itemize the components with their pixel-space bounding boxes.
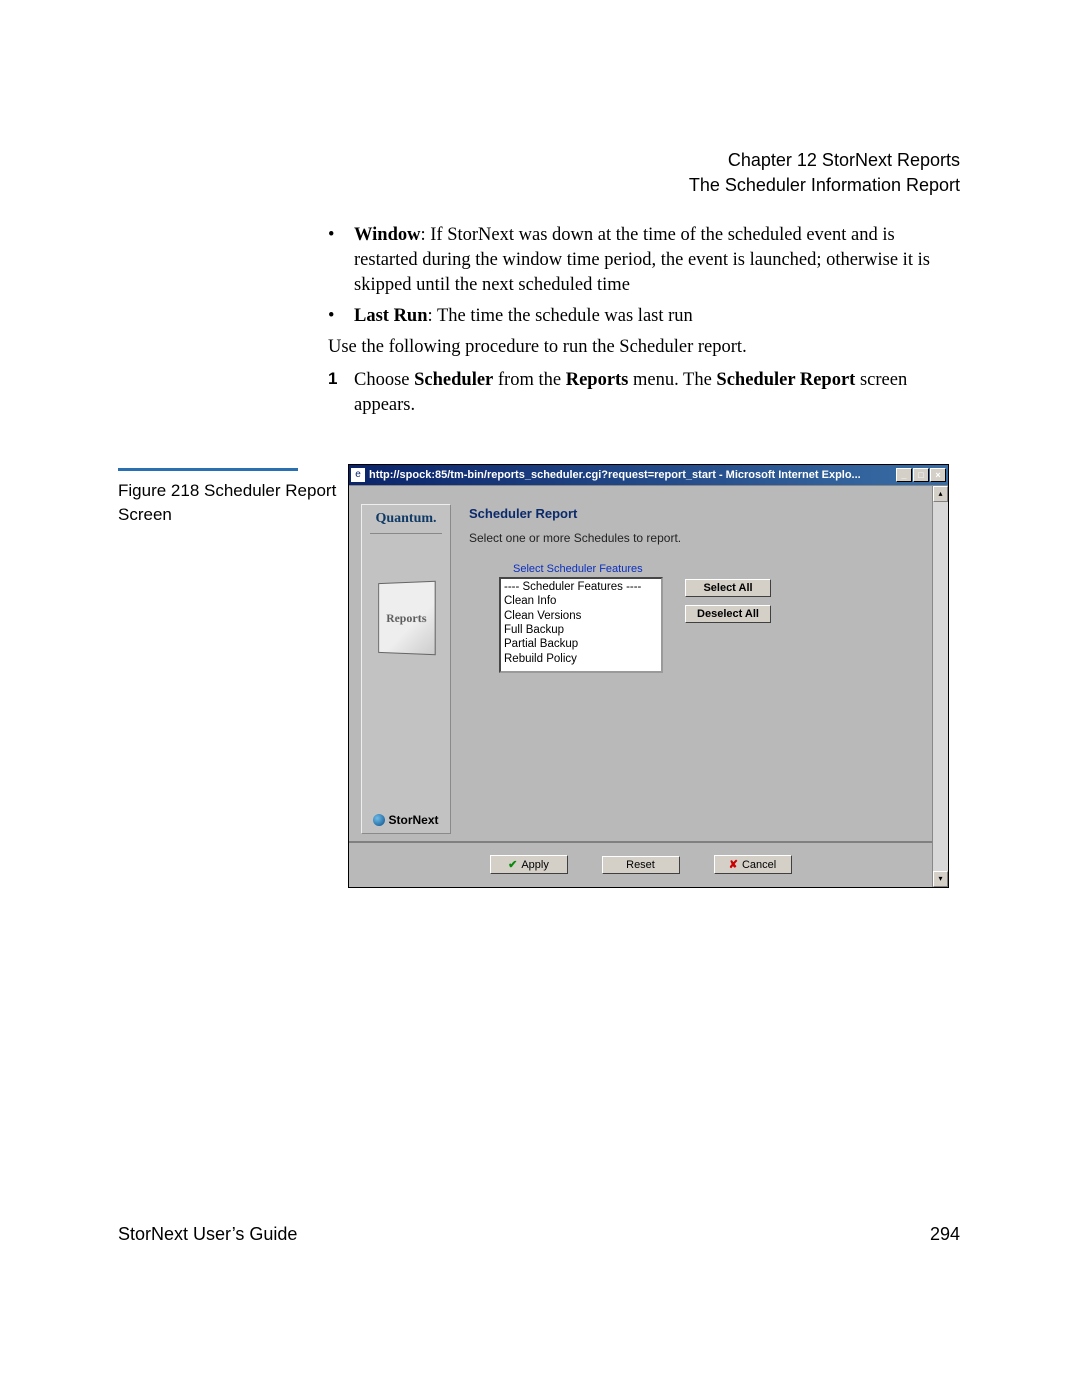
- stornext-brand-text: StorNext: [388, 813, 438, 827]
- bottom-bar: ✔ Apply Reset ✘ Cancel: [349, 841, 932, 887]
- app-sidebar: Quantum. Reports StorNext: [361, 504, 451, 834]
- features-listbox[interactable]: ---- Scheduler Features ---- Clean Info …: [499, 577, 663, 673]
- step-number: 1: [328, 368, 354, 418]
- report-title: Scheduler Report: [469, 506, 920, 521]
- feature-item[interactable]: Clean Info: [504, 594, 658, 608]
- feature-item[interactable]: Rebuild Policy: [504, 652, 658, 666]
- bullet-dot-icon: •: [328, 223, 354, 298]
- scroll-up-icon[interactable]: ▴: [933, 486, 948, 502]
- footer-right: 294: [930, 1224, 960, 1245]
- close-button[interactable]: ×: [930, 468, 946, 482]
- main-body: • Window: If StorNext was down at the ti…: [328, 223, 943, 418]
- figure-rule: [118, 468, 298, 471]
- ie-title-text: http://spock:85/tm-bin/reports_scheduler…: [369, 469, 896, 481]
- reports-card-icon[interactable]: Reports: [378, 581, 436, 656]
- cancel-label: Cancel: [742, 859, 776, 871]
- feature-item[interactable]: Full Backup: [504, 623, 658, 637]
- bullet-window: Window: If StorNext was down at the time…: [354, 223, 943, 298]
- feature-item[interactable]: Partial Backup: [504, 637, 658, 651]
- minimize-button[interactable]: _: [896, 468, 912, 482]
- reset-button[interactable]: Reset: [602, 856, 680, 874]
- bullet-window-label: Window: [354, 225, 421, 245]
- feature-item[interactable]: ---- Scheduler Features ----: [504, 580, 658, 594]
- bullet-window-text: : If StorNext was down at the time of th…: [354, 225, 930, 295]
- cancel-button[interactable]: ✘ Cancel: [714, 855, 792, 874]
- apply-button[interactable]: ✔ Apply: [490, 855, 568, 874]
- check-icon: ✔: [508, 858, 517, 871]
- bullet-lastrun-label: Last Run: [354, 306, 428, 326]
- ie-titlebar[interactable]: e http://spock:85/tm-bin/reports_schedul…: [349, 465, 948, 485]
- scrollbar[interactable]: ▴ ▾: [932, 486, 948, 887]
- app-body: Quantum. Reports StorNext Scheduler: [349, 486, 932, 887]
- deselect-all-button[interactable]: Deselect All: [685, 605, 771, 623]
- ie-app-icon: e: [351, 468, 365, 482]
- select-all-button[interactable]: Select All: [685, 579, 771, 597]
- chapter-line: Chapter 12 StorNext Reports: [689, 148, 960, 173]
- feature-item[interactable]: Clean Versions: [504, 609, 658, 623]
- features-heading: Select Scheduler Features: [513, 563, 663, 575]
- page-header: Chapter 12 StorNext Reports The Schedule…: [689, 148, 960, 198]
- maximize-button[interactable]: □: [913, 468, 929, 482]
- bullet-lastrun: Last Run: The time the schedule was last…: [354, 304, 943, 329]
- bullet-dot-icon: •: [328, 304, 354, 329]
- report-subtitle: Select one or more Schedules to report.: [469, 531, 920, 545]
- footer-left: StorNext User’s Guide: [118, 1224, 297, 1245]
- figure-caption: Figure 218 Scheduler Report Screen: [118, 464, 348, 527]
- sidebar-divider: [370, 533, 442, 534]
- figure-caption-text: Figure 218 Scheduler Report Screen: [118, 479, 348, 527]
- step-text: Choose Scheduler from the Reports menu. …: [354, 368, 943, 418]
- section-line: The Scheduler Information Report: [689, 173, 960, 198]
- app-main: Scheduler Report Select one or more Sche…: [469, 506, 920, 673]
- reset-label: Reset: [626, 859, 655, 871]
- stornext-brand: StorNext: [362, 813, 450, 827]
- ie-window: e http://spock:85/tm-bin/reports_schedul…: [348, 464, 949, 888]
- stornext-globe-icon: [373, 814, 385, 826]
- intro-paragraph: Use the following procedure to run the S…: [328, 335, 943, 360]
- bullet-lastrun-text: : The time the schedule was last run: [428, 306, 693, 326]
- scroll-down-icon[interactable]: ▾: [933, 871, 948, 887]
- page-footer: StorNext User’s Guide 294: [118, 1224, 960, 1245]
- reports-card-label: Reports: [386, 610, 426, 625]
- quantum-logo: Quantum.: [362, 511, 450, 527]
- x-icon: ✘: [729, 858, 738, 871]
- apply-label: Apply: [521, 859, 549, 871]
